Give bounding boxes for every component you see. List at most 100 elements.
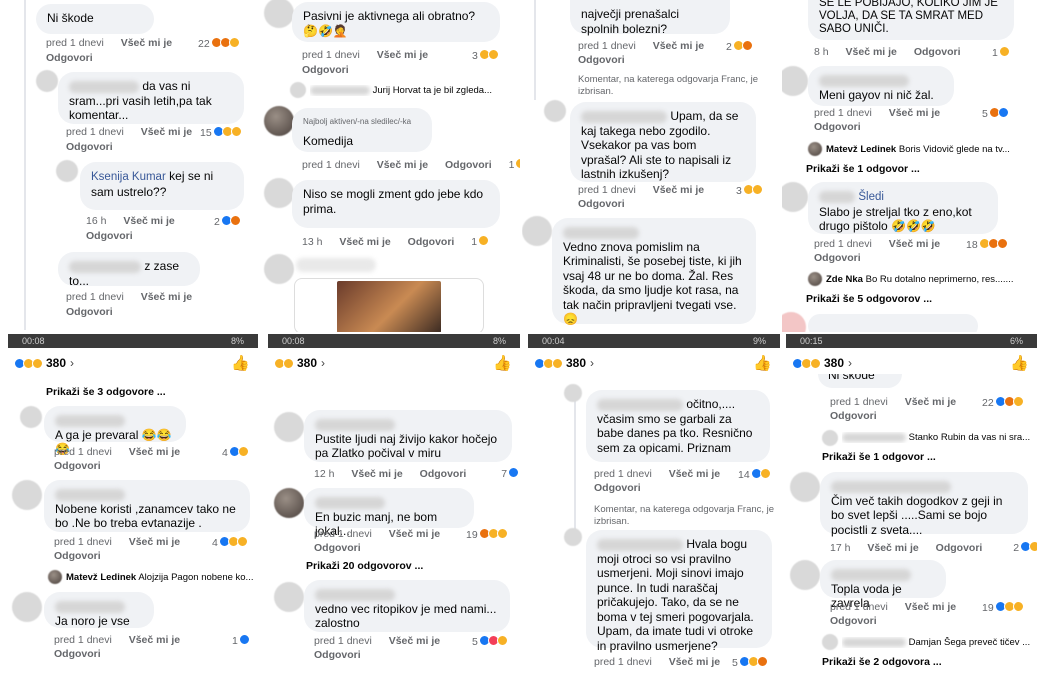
commenter-name[interactable]: Šledi bbox=[858, 191, 884, 203]
reaction-summary[interactable]: 1 bbox=[992, 46, 1010, 59]
comment-meta: pred 1 dnevi Všeč mi je 22 bbox=[46, 37, 246, 50]
reply-button[interactable]: Odgovori bbox=[54, 648, 101, 660]
like-button[interactable]: Všeč mi je bbox=[351, 468, 402, 480]
chevron-right-icon: › bbox=[590, 356, 595, 370]
thumbs-up-icon[interactable]: 👍 bbox=[753, 354, 772, 372]
like-button[interactable]: Všeč mi je bbox=[653, 40, 704, 52]
reply-button[interactable]: Odgovori bbox=[914, 46, 961, 58]
reply-preview[interactable]: Matevž Ledinek Alojzija Pagon nobene ko.… bbox=[66, 572, 256, 583]
like-button[interactable]: Všeč mi je bbox=[669, 656, 720, 668]
reply-preview[interactable]: Zde Nka Bo Ru dotalno neprimerno, res...… bbox=[826, 274, 1036, 285]
like-button[interactable]: Všeč mi je bbox=[669, 468, 720, 480]
show-more-replies[interactable]: Prikaži še 1 odgovor ... bbox=[822, 451, 936, 463]
reply-button[interactable]: Odgovori bbox=[594, 482, 641, 494]
reply-button[interactable]: Odgovori bbox=[86, 230, 133, 242]
reply-button[interactable]: Odgovori bbox=[314, 649, 361, 661]
reply-preview[interactable]: Damjan Šega preveč tičev ... bbox=[842, 637, 1037, 648]
reaction-summary[interactable]: 14 bbox=[738, 468, 771, 481]
post-reaction-bar[interactable]: 380 › 👍 bbox=[268, 350, 520, 376]
thumbs-up-icon[interactable]: 👍 bbox=[1010, 354, 1029, 372]
reaction-summary[interactable]: 5 bbox=[472, 635, 508, 648]
reaction-summary[interactable]: 18 bbox=[966, 238, 1008, 251]
timestamp: pred 1 dnevi bbox=[54, 634, 112, 646]
reply-button[interactable]: Odgovori bbox=[936, 542, 983, 554]
reply-preview[interactable]: Jurij Horvat ta je bil zgleda... bbox=[310, 85, 510, 96]
thumbs-up-icon[interactable]: 👍 bbox=[231, 354, 250, 372]
reaction-summary[interactable]: 1 bbox=[232, 634, 250, 647]
reply-button[interactable]: Odgovori bbox=[314, 542, 361, 554]
thumbs-up-icon[interactable]: 👍 bbox=[493, 354, 512, 372]
sad-emoji-icon bbox=[1012, 396, 1024, 407]
show-more-replies[interactable]: Prikaži še 5 odgovorov ... bbox=[806, 293, 932, 305]
reply-button[interactable]: Odgovori bbox=[66, 141, 113, 153]
show-more-replies[interactable]: Prikaži še 3 odgovore ... bbox=[46, 386, 166, 398]
like-button[interactable]: Všeč mi je bbox=[889, 238, 940, 250]
like-button[interactable]: Všeč mi je bbox=[653, 184, 704, 196]
like-button[interactable]: Všeč mi je bbox=[867, 542, 918, 554]
post-reaction-bar[interactable]: 380 › 👍 bbox=[786, 350, 1037, 376]
reply-button[interactable]: Odgovori bbox=[578, 198, 625, 210]
reaction-summary[interactable]: 22 bbox=[982, 396, 1024, 409]
blurred-name bbox=[581, 110, 667, 123]
reaction-summary[interactable]: 2 bbox=[214, 215, 241, 228]
reply-button[interactable]: Odgovori bbox=[54, 460, 101, 472]
reply-button[interactable]: Odgovori bbox=[814, 252, 861, 264]
show-more-replies[interactable]: Prikaži še 1 odgovor ... bbox=[806, 163, 920, 175]
like-button[interactable]: Všeč mi je bbox=[123, 215, 174, 227]
show-more-replies[interactable]: Prikaži 20 odgovorov ... bbox=[306, 560, 423, 572]
reaction-summary[interactable]: 3 bbox=[472, 49, 499, 62]
show-more-replies[interactable]: Prikaži še 2 odgovora ... bbox=[822, 656, 942, 668]
reaction-summary[interactable]: 22 bbox=[198, 37, 240, 50]
like-button[interactable]: Všeč mi je bbox=[889, 107, 940, 119]
reply-button[interactable]: Odgovori bbox=[445, 159, 492, 171]
reply-button[interactable]: Odgovori bbox=[408, 236, 455, 248]
comment-meta: pred 1 dnevi Všeč mi je 22 bbox=[830, 396, 1030, 409]
like-button[interactable]: Všeč mi je bbox=[389, 635, 440, 647]
blurred-name bbox=[296, 258, 376, 272]
like-button[interactable]: Všeč mi je bbox=[141, 291, 192, 303]
reaction-summary[interactable]: 15 bbox=[200, 126, 242, 139]
reaction-summary[interactable]: 19 bbox=[466, 528, 508, 541]
reaction-summary[interactable]: 19 bbox=[982, 601, 1024, 614]
reaction-summary[interactable]: 3 bbox=[736, 184, 763, 197]
like-button[interactable]: Všeč mi je bbox=[121, 37, 172, 49]
reply-button[interactable]: Odgovori bbox=[578, 54, 625, 66]
comment-text: Niso se mogli zment gdo jebe kdo prima. bbox=[303, 187, 484, 216]
sad-emoji-icon bbox=[487, 49, 499, 60]
reply-button[interactable]: Odgovori bbox=[814, 121, 861, 133]
reply-button[interactable]: Odgovori bbox=[46, 52, 93, 64]
reply-preview-name: Matevž Ledinek bbox=[66, 572, 137, 583]
like-button[interactable]: Všeč mi je bbox=[905, 601, 956, 613]
like-button[interactable]: Všeč mi je bbox=[377, 159, 428, 171]
like-button[interactable]: Všeč mi je bbox=[389, 528, 440, 540]
reply-button[interactable]: Odgovori bbox=[54, 550, 101, 562]
avatar bbox=[12, 592, 42, 622]
like-button[interactable]: Všeč mi je bbox=[905, 396, 956, 408]
post-reaction-bar[interactable]: 380 › 👍 bbox=[8, 350, 258, 376]
reply-button[interactable]: Odgovori bbox=[830, 410, 877, 422]
reply-button[interactable]: Odgovori bbox=[66, 306, 113, 318]
like-button[interactable]: Všeč mi je bbox=[846, 46, 897, 58]
reaction-summary[interactable]: 5 bbox=[732, 656, 768, 669]
gif-image[interactable] bbox=[337, 281, 441, 332]
like-button[interactable]: Všeč mi je bbox=[339, 236, 390, 248]
reply-button[interactable]: Odgovori bbox=[420, 468, 467, 480]
reaction-summary[interactable]: 2 bbox=[726, 40, 753, 53]
reaction-count: 19 bbox=[466, 529, 478, 541]
reaction-summary[interactable]: 5 bbox=[982, 107, 1009, 120]
post-reaction-bar[interactable]: 380 › 👍 bbox=[528, 350, 780, 376]
reply-preview[interactable]: Matevž Ledinek Boris Vidovič glede na tv… bbox=[826, 144, 1036, 155]
reply-button[interactable]: Odgovori bbox=[302, 64, 349, 76]
like-button[interactable]: Všeč mi je bbox=[377, 49, 428, 61]
reply-button[interactable]: Odgovori bbox=[830, 615, 877, 627]
reply-preview[interactable]: Stanko Rubin da vas ni sra... bbox=[842, 432, 1037, 443]
comment-text: Čim več takih dogodkov z geji in bo svet… bbox=[831, 493, 1003, 537]
reaction-summary[interactable]: 4 bbox=[222, 446, 249, 459]
reaction-summary[interactable]: 4 bbox=[212, 536, 248, 549]
gif-card[interactable] bbox=[294, 278, 484, 332]
commenter-name[interactable]: Ksenija Kumar bbox=[91, 171, 166, 183]
like-button[interactable]: Všeč mi je bbox=[129, 536, 180, 548]
like-button[interactable]: Všeč mi je bbox=[129, 634, 180, 646]
like-button[interactable]: Všeč mi je bbox=[141, 126, 192, 138]
like-button[interactable]: Všeč mi je bbox=[129, 446, 180, 458]
